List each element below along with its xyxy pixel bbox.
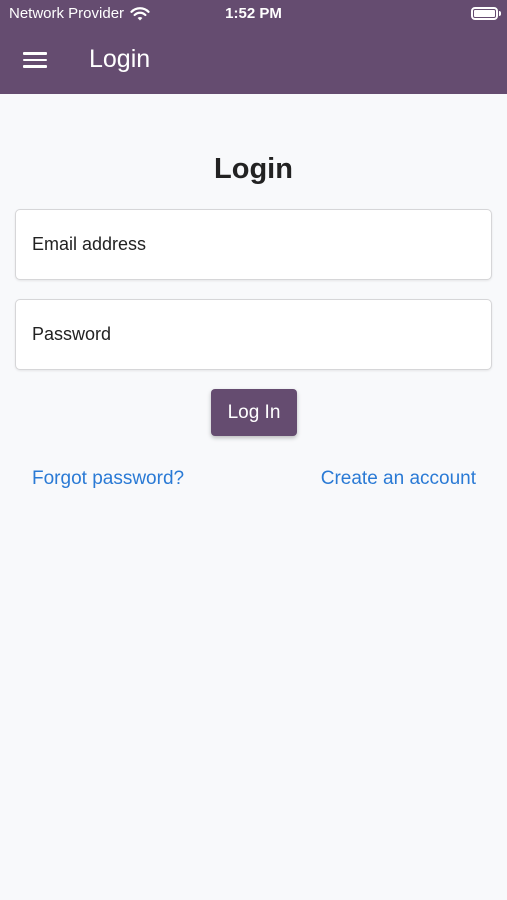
app-header: Network Provider 1:52 PM Login [0,0,507,94]
email-field[interactable] [15,209,492,280]
password-field[interactable] [15,299,492,370]
status-time: 1:52 PM [225,5,282,22]
page-title: Login [214,153,293,185]
forgot-password-link[interactable]: Forgot password? [32,468,184,490]
status-bar: Network Provider 1:52 PM [0,0,507,28]
hamburger-menu-icon[interactable] [23,51,47,69]
create-account-link[interactable]: Create an account [321,468,476,490]
header-title: Login [89,45,151,73]
battery-icon [471,7,501,20]
login-button[interactable]: Log In [211,389,297,436]
